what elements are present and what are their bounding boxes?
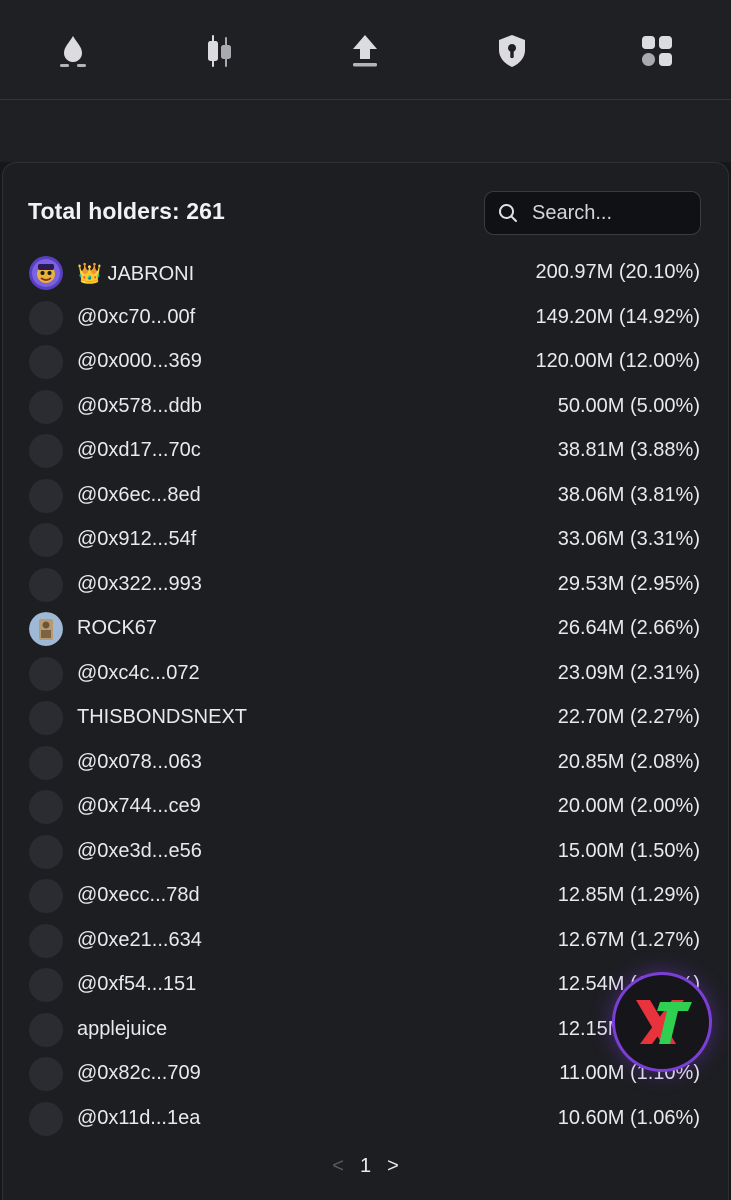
holder-amount: 10.60M (1.06%) <box>557 1106 700 1129</box>
holder-amount: 20.00M (2.00%) <box>557 795 700 817</box>
holder-name[interactable]: @0x744...ce9 <box>77 795 201 818</box>
holder-name[interactable]: @0xe3d...e56 <box>77 840 202 863</box>
avatar <box>29 256 63 290</box>
holder-amount: 38.81M (3.88%) <box>557 439 700 461</box>
holder-name[interactable]: @0x912...54f <box>77 528 196 551</box>
holder-name[interactable]: @0x11d...1ea <box>77 1107 200 1130</box>
holder-name[interactable]: 👑 JABRONI <box>77 261 194 286</box>
avatar-placeholder <box>29 1012 63 1047</box>
holder-name[interactable]: @0xe21...634 <box>77 929 202 952</box>
holder-row[interactable]: @0x82c...709 11.00M (1.10%) <box>0 1052 731 1097</box>
search-box[interactable] <box>484 191 701 235</box>
holder-name[interactable]: @0x82c...709 <box>77 1062 201 1085</box>
holder-amount: 15.00M (1.50%) <box>557 839 700 862</box>
holder-amount: 20.85M (2.08%) <box>557 750 700 773</box>
search-icon <box>499 204 517 222</box>
avatar-placeholder <box>29 1101 63 1136</box>
holder-name[interactable]: @0xd17...70c <box>77 439 201 462</box>
avatar-placeholder <box>29 790 63 824</box>
avatar <box>29 612 63 646</box>
candlestick-icon[interactable] <box>201 33 237 69</box>
upload-icon[interactable] <box>347 33 383 69</box>
grid-apps-icon[interactable] <box>639 33 675 69</box>
holder-name[interactable]: @0x322...993 <box>77 573 202 596</box>
holder-name[interactable]: @0x6ec...8ed <box>77 484 201 507</box>
avatar-placeholder <box>29 345 63 379</box>
avatar-placeholder <box>29 1057 63 1091</box>
holder-name[interactable]: applejuice <box>77 1018 167 1041</box>
holder-row[interactable]: @0x078...063 20.85M (2.08%) <box>0 741 731 786</box>
avatar-placeholder <box>29 389 63 424</box>
avatar-placeholder <box>29 567 63 602</box>
avatar-placeholder <box>29 434 63 468</box>
holder-row[interactable]: @0xe3d...e56 15.00M (1.50%) <box>0 830 731 875</box>
holder-row[interactable]: @0xc4c...072 23.09M (2.31%) <box>0 652 731 697</box>
holder-row[interactable]: ROCK67 26.64M (2.66%) <box>0 607 731 652</box>
xt-logo-icon[interactable] <box>612 972 712 1072</box>
current-page-number[interactable]: 1 <box>360 1155 371 1178</box>
holder-name[interactable]: @0x578...ddb <box>77 395 202 418</box>
holder-amount: 23.09M (2.31%) <box>557 661 700 684</box>
holder-row[interactable]: @0x744...ce9 20.00M (2.00%) <box>0 785 731 830</box>
pagination: < 1 > <box>0 1155 731 1178</box>
holder-name[interactable]: @0xf54...151 <box>77 973 196 996</box>
next-page-button[interactable]: > <box>387 1155 399 1178</box>
holder-amount: 29.53M (2.95%) <box>557 572 700 595</box>
search-input[interactable] <box>530 200 684 226</box>
holder-amount: 50.00M (5.00%) <box>557 394 700 417</box>
avatar-placeholder <box>29 834 63 869</box>
holder-row[interactable]: @0xe21...634 12.67M (1.27%) <box>0 919 731 964</box>
holder-name[interactable]: @0xc4c...072 <box>77 662 200 685</box>
holder-name[interactable]: @0xc70...00f <box>77 306 195 329</box>
top-nav-bar <box>0 0 731 100</box>
holder-amount: 33.06M (3.31%) <box>557 528 700 550</box>
avatar-placeholder <box>29 701 63 735</box>
holder-amount: 149.20M (14.92%) <box>535 305 700 328</box>
holder-name[interactable]: @0x078...063 <box>77 751 202 774</box>
holder-row[interactable]: @0x322...993 29.53M (2.95%) <box>0 563 731 608</box>
avatar-placeholder <box>29 656 63 691</box>
total-holders-title: Total holders: 261 <box>28 198 225 224</box>
previous-page-button[interactable]: < <box>332 1155 344 1178</box>
holder-row[interactable]: @0xecc...78d 12.85M (1.29%) <box>0 874 731 919</box>
holder-name[interactable]: THISBONDSNEXT <box>77 706 247 729</box>
holder-name[interactable]: @0x000...369 <box>77 350 202 373</box>
flame-icon[interactable] <box>55 33 91 69</box>
holder-amount: 200.97M (20.10%) <box>535 261 700 283</box>
holder-row[interactable]: THISBONDSNEXT 22.70M (2.27%) <box>0 696 731 741</box>
holder-row[interactable]: @0xd17...70c 38.81M (3.88%) <box>0 429 731 474</box>
avatar-placeholder <box>29 478 63 513</box>
avatar-placeholder <box>29 968 63 1002</box>
holder-amount: 12.85M (1.29%) <box>557 884 700 906</box>
holder-row[interactable]: @0x000...369 120.00M (12.00%) <box>0 340 731 385</box>
header-spacer <box>0 100 731 162</box>
avatar-placeholder <box>29 745 63 780</box>
holder-name[interactable]: ROCK67 <box>77 617 157 640</box>
holder-amount: 26.64M (2.66%) <box>557 617 700 639</box>
holder-row[interactable]: @0x578...ddb 50.00M (5.00%) <box>0 385 731 430</box>
holder-row[interactable]: @0xc70...00f 149.20M (14.92%) <box>0 296 731 341</box>
holder-amount: 120.00M (12.00%) <box>535 350 700 372</box>
holder-name[interactable]: @0xecc...78d <box>77 884 200 907</box>
avatar-placeholder <box>29 523 63 557</box>
shield-lock-icon[interactable] <box>494 33 530 69</box>
avatar-placeholder <box>29 879 63 913</box>
holder-row[interactable]: 👑 JABRONI 200.97M (20.10%) <box>0 251 731 296</box>
holder-row[interactable]: @0x6ec...8ed 38.06M (3.81%) <box>0 474 731 519</box>
avatar-placeholder <box>29 300 63 335</box>
holder-row[interactable]: @0x912...54f 33.06M (3.31%) <box>0 518 731 563</box>
holder-row[interactable]: @0x11d...1ea 10.60M (1.06%) <box>0 1097 731 1142</box>
avatar-placeholder <box>29 923 63 958</box>
holder-amount: 22.70M (2.27%) <box>557 706 700 728</box>
holder-amount: 12.67M (1.27%) <box>557 928 700 951</box>
holder-amount: 38.06M (3.81%) <box>557 483 700 506</box>
